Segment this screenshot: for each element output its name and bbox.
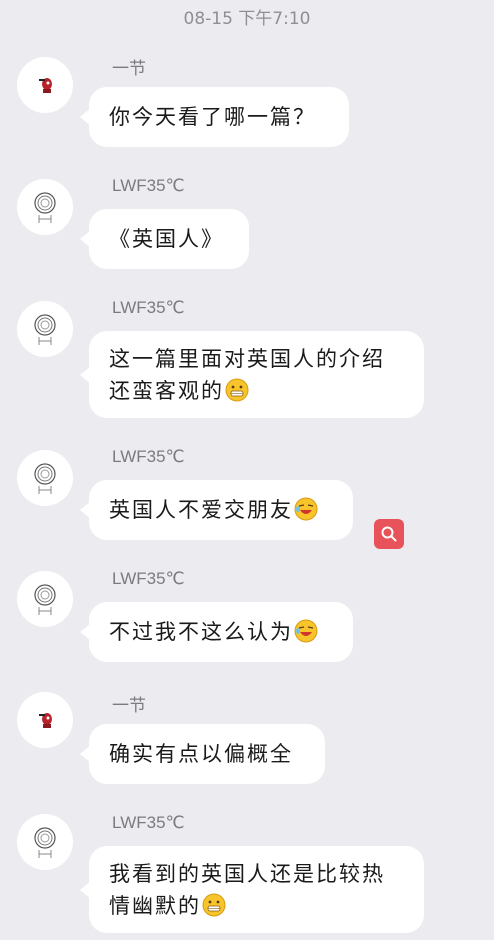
message-text: 你今天看了哪一篇？: [109, 105, 316, 129]
message-text-content: 不过我不这么认为: [109, 620, 293, 644]
sender-name: LWF35℃: [112, 813, 185, 832]
search-button[interactable]: [374, 519, 404, 549]
message-text: 这一篇里面对英国人的介绍还蛮客观的: [109, 343, 404, 407]
message-bubble[interactable]: 这一篇里面对英国人的介绍还蛮客观的: [80, 331, 424, 418]
avatar[interactable]: [17, 692, 73, 748]
grin-emoji-icon: [202, 893, 226, 916]
message-bubble[interactable]: 英国人不爱交朋友: [80, 480, 353, 540]
message-bubble[interactable]: 确实有点以偏概全: [80, 724, 325, 784]
search-icon: [381, 526, 397, 542]
avatar[interactable]: [17, 301, 73, 357]
scribble-avatar-icon: [34, 463, 56, 494]
sender-name: LWF35℃: [112, 298, 185, 317]
sender-name: 一节: [112, 696, 146, 715]
message-text: 英国人不爱交朋友: [109, 494, 318, 526]
message-text: 《英国人》: [109, 227, 224, 251]
grin-emoji-icon: [225, 378, 249, 401]
scribble-avatar-icon: [34, 827, 56, 858]
red-figure-avatar-icon: [39, 713, 52, 728]
sender-name: 一节: [112, 59, 146, 78]
message-bubble[interactable]: 《英国人》: [80, 209, 249, 269]
laugh-cry-emoji-icon: [294, 497, 318, 521]
laugh-cry-emoji-icon: [294, 619, 318, 643]
avatar[interactable]: [17, 450, 73, 506]
message-bubble[interactable]: 不过我不这么认为: [80, 602, 353, 662]
timestamp: 08-15 下午7:10: [183, 9, 311, 29]
sender-name: LWF35℃: [112, 447, 185, 466]
red-figure-avatar-icon: [39, 78, 52, 93]
scribble-avatar-icon: [34, 314, 56, 345]
avatar[interactable]: [17, 814, 73, 870]
message-bubble[interactable]: 你今天看了哪一篇？: [80, 87, 349, 147]
sender-name: LWF35℃: [112, 176, 185, 195]
sender-name: LWF35℃: [112, 569, 185, 588]
message-text-content: 我看到的英国人还是比较热情幽默的: [109, 861, 385, 918]
scribble-avatar-icon: [34, 584, 56, 615]
avatar[interactable]: [17, 571, 73, 627]
message-text: 我看到的英国人还是比较热情幽默的: [109, 858, 404, 922]
scribble-avatar-icon: [34, 192, 56, 223]
avatar[interactable]: [17, 57, 73, 113]
message-bubble[interactable]: 我看到的英国人还是比较热情幽默的: [80, 846, 424, 933]
message-text-content: 英国人不爱交朋友: [109, 498, 293, 522]
message-text: 不过我不这么认为: [109, 616, 318, 648]
avatar[interactable]: [17, 179, 73, 235]
message-text: 确实有点以偏概全: [109, 742, 293, 766]
